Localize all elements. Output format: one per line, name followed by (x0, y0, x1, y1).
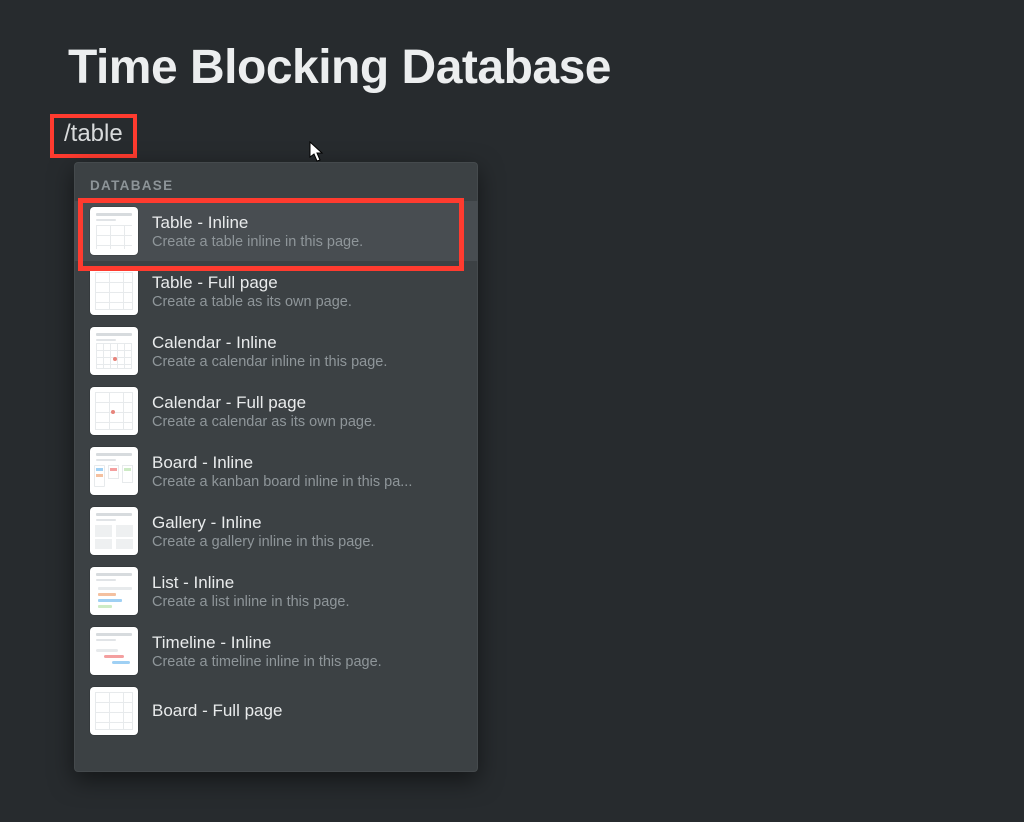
menu-item-timeline-inline[interactable]: Timeline - Inline Create a timeline inli… (74, 621, 478, 681)
menu-item-desc: Create a table as its own page. (152, 294, 466, 310)
menu-item-title: Table - Full page (152, 273, 466, 293)
menu-item-list-inline[interactable]: List - Inline Create a list inline in th… (74, 561, 478, 621)
menu-item-calendar-full[interactable]: Calendar - Full page Create a calendar a… (74, 381, 478, 441)
table-full-icon (90, 267, 138, 315)
menu-item-title: Board - Inline (152, 453, 466, 473)
slash-command-input[interactable]: /table (64, 120, 123, 147)
menu-item-title: List - Inline (152, 573, 466, 593)
page-title: Time Blocking Database (68, 40, 611, 95)
menu-item-title: Calendar - Full page (152, 393, 466, 413)
menu-item-table-full[interactable]: Table - Full page Create a table as its … (74, 261, 478, 321)
timeline-inline-icon (90, 627, 138, 675)
slash-command-highlight: /table (50, 114, 137, 158)
menu-item-gallery-inline[interactable]: Gallery - Inline Create a gallery inline… (74, 501, 478, 561)
menu-item-desc: Create a calendar inline in this page. (152, 354, 466, 370)
menu-item-title: Table - Inline (152, 213, 466, 233)
menu-item-desc: Create a table inline in this page. (152, 234, 466, 250)
list-inline-icon (90, 567, 138, 615)
menu-item-title: Timeline - Inline (152, 633, 466, 653)
calendar-full-icon (90, 387, 138, 435)
menu-item-table-inline[interactable]: Table - Inline Create a table inline in … (74, 201, 478, 261)
menu-item-title: Board - Full page (152, 701, 466, 721)
menu-item-desc: Create a timeline inline in this page. (152, 654, 466, 670)
menu-item-desc: Create a list inline in this page. (152, 594, 466, 610)
gallery-inline-icon (90, 507, 138, 555)
menu-item-title: Gallery - Inline (152, 513, 466, 533)
menu-section-label: DATABASE (74, 174, 478, 201)
board-full-icon (90, 687, 138, 735)
menu-item-board-full[interactable]: Board - Full page (74, 681, 478, 741)
table-inline-icon (90, 207, 138, 255)
menu-item-desc: Create a calendar as its own page. (152, 414, 466, 430)
menu-item-desc: Create a kanban board inline in this pa.… (152, 474, 466, 490)
mouse-cursor-icon (309, 141, 325, 163)
menu-item-calendar-inline[interactable]: Calendar - Inline Create a calendar inli… (74, 321, 478, 381)
menu-item-title: Calendar - Inline (152, 333, 466, 353)
calendar-inline-icon (90, 327, 138, 375)
menu-item-desc: Create a gallery inline in this page. (152, 534, 466, 550)
board-inline-icon (90, 447, 138, 495)
menu-item-board-inline[interactable]: Board - Inline Create a kanban board inl… (74, 441, 478, 501)
slash-menu: DATABASE Table - Inline Create a table i… (74, 162, 478, 772)
